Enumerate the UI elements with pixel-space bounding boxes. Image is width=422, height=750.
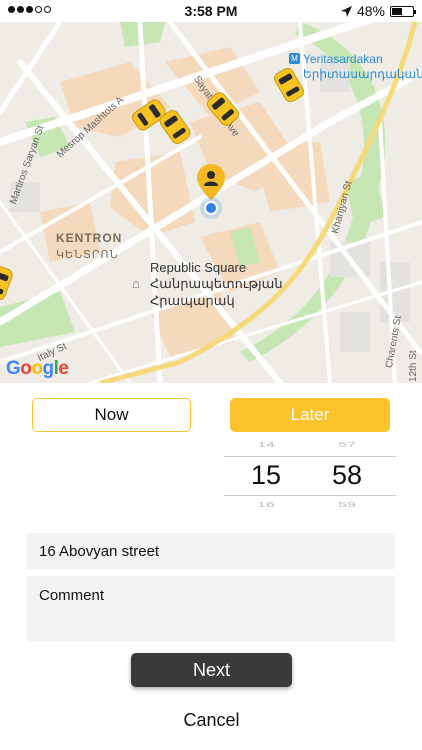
status-bar: 3:58 PM 48% xyxy=(0,0,422,22)
address-field[interactable]: 16 Abovyan street xyxy=(27,533,395,569)
metro-label: Yeritasardakan xyxy=(303,52,383,66)
next-button[interactable]: Next xyxy=(131,653,292,687)
district-label-local: ԿԵՆՏՐՈՆ xyxy=(56,249,119,261)
location-arrow-icon xyxy=(340,5,352,17)
landmark-icon: ⌂ xyxy=(132,276,140,291)
cancel-button[interactable]: Cancel xyxy=(131,705,292,735)
map-view[interactable]: Mesrop Mashtots A Sayat-Nova Ave Martiro… xyxy=(0,22,422,383)
metro-label-local: Երիտասարդական xyxy=(303,67,422,81)
street-label-twelfth: 12th St xyxy=(408,350,419,382)
address-value: 16 Abovyan street xyxy=(39,542,160,560)
picker-divider-bottom xyxy=(224,495,396,496)
picker-divider-top xyxy=(224,456,396,457)
poi-label: Republic Square xyxy=(150,260,247,275)
later-button[interactable]: Later xyxy=(230,398,390,432)
time-picker[interactable]: 14 57 15 58 16 59 xyxy=(224,440,396,508)
picker-hour[interactable]: 15 xyxy=(236,460,296,491)
picker-minute[interactable]: 58 xyxy=(317,460,377,491)
comment-field[interactable]: Comment xyxy=(27,576,395,642)
metro-icon: M xyxy=(289,53,300,64)
picker-minute-below[interactable]: 59 xyxy=(317,501,377,508)
user-location-pin-icon[interactable] xyxy=(195,162,227,224)
battery-icon xyxy=(390,5,416,17)
google-logo: Google xyxy=(6,358,69,379)
picker-hour-above[interactable]: 14 xyxy=(236,441,296,449)
poi-label-line3: Հրապարակ xyxy=(150,293,235,308)
poi-label-line2: Հանրապետության xyxy=(150,276,283,291)
picker-minute-above[interactable]: 57 xyxy=(317,441,377,449)
comment-placeholder: Comment xyxy=(39,587,105,604)
district-label: KENTRON xyxy=(56,231,123,245)
picker-hour-below[interactable]: 16 xyxy=(236,501,296,508)
battery-percent: 48% xyxy=(356,3,385,19)
now-button[interactable]: Now xyxy=(32,398,191,432)
